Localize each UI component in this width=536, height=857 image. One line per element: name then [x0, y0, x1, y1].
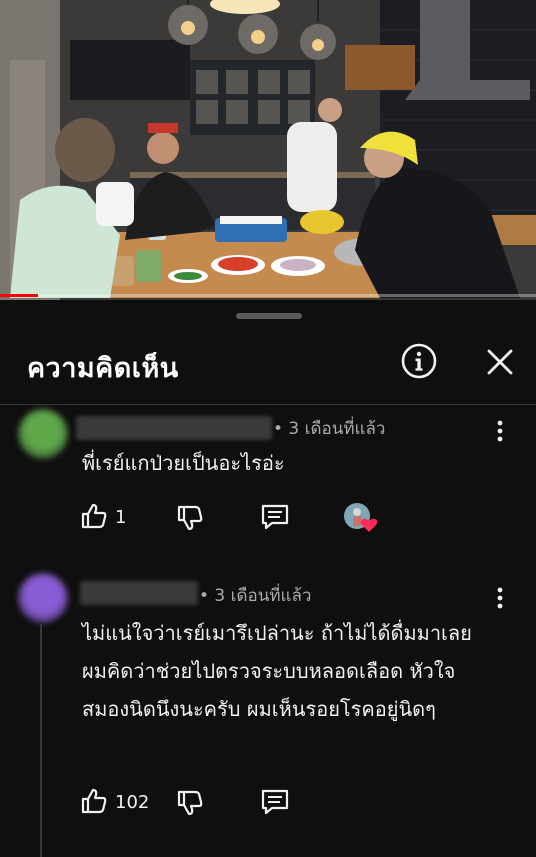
creator-heart-badge: [343, 502, 379, 538]
info-button[interactable]: [400, 342, 438, 380]
more-vert-icon: [497, 587, 503, 609]
like-count: 1: [115, 507, 127, 528]
info-circle-icon: [401, 343, 437, 379]
more-vert-icon: [497, 420, 503, 442]
more-options-button[interactable]: [490, 418, 510, 446]
creator-heart-icon: [344, 503, 378, 532]
avatar[interactable]: [18, 409, 68, 459]
reply-comment-icon: [261, 789, 289, 815]
like-button[interactable]: [80, 502, 108, 534]
comment-item: • 3 เดือนที่แล้ว ไม่แน่ใจว่าเรย์เมารึเปล…: [0, 570, 536, 857]
comments-panel: ความคิดเห็น • 3 เดือนที่แล้ว พี่เรย์แกป่…: [0, 300, 536, 857]
panel-title: ความคิดเห็น: [27, 353, 179, 384]
close-icon: [487, 349, 513, 375]
dislike-button[interactable]: [176, 504, 204, 536]
video-frame: [0, 0, 536, 300]
video-player[interactable]: [0, 0, 536, 300]
reply-button[interactable]: [260, 503, 290, 535]
author-name-redacted[interactable]: [76, 416, 272, 440]
thread-line: [40, 624, 42, 857]
comment-item: • 3 เดือนที่แล้ว พี่เรย์แกป่วยเป็นอะไรอ่…: [0, 406, 536, 556]
comment-timestamp: • 3 เดือนที่แล้ว: [199, 586, 312, 606]
header-divider: [0, 404, 536, 405]
thumbs-down-icon: [177, 505, 203, 531]
comment-timestamp: • 3 เดือนที่แล้ว: [273, 419, 386, 439]
comment-text: ไม่แน่ใจว่าเรย์เมารึเปล่านะ ถ้าไม่ได้ดื่…: [82, 621, 472, 721]
drag-handle[interactable]: [236, 313, 302, 319]
thumbs-down-icon: [177, 790, 203, 816]
avatar[interactable]: [18, 573, 68, 623]
dislike-button[interactable]: [176, 789, 204, 821]
author-name-redacted[interactable]: [80, 581, 198, 605]
reply-button[interactable]: [260, 788, 290, 820]
video-progress-fill: [0, 294, 38, 297]
like-button[interactable]: [80, 787, 108, 819]
comment-text: พี่เรย์แกป่วยเป็นอะไรอ่ะ: [82, 451, 285, 475]
like-count: 102: [115, 792, 150, 813]
video-progress-bar[interactable]: [0, 294, 536, 297]
more-options-button[interactable]: [490, 585, 510, 613]
reply-comment-icon: [261, 504, 289, 530]
close-button[interactable]: [482, 344, 518, 380]
thumbs-up-icon: [81, 788, 107, 814]
thumbs-up-icon: [81, 503, 107, 529]
